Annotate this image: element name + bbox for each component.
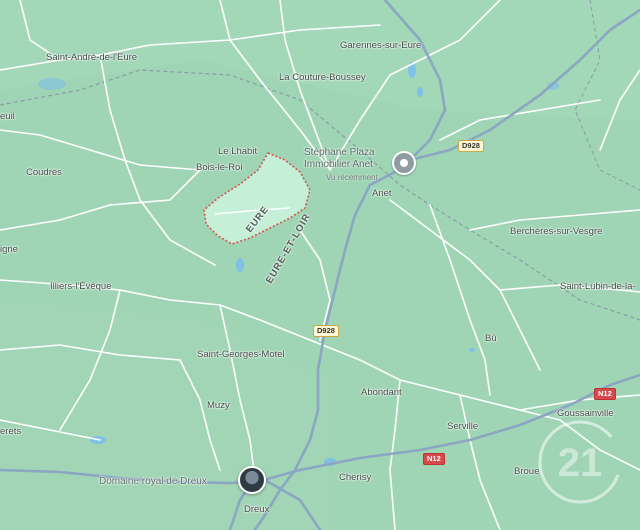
poi-name-line2[interactable]: Immobilier Anet: [304, 159, 373, 171]
road-shield-n12: N12: [594, 388, 616, 400]
place-label-erets[interactable]: erets: [0, 426, 21, 437]
place-label-dreux[interactable]: Dreux: [244, 504, 269, 515]
map-canvas[interactable]: Saint-André-de-l'Eure Garennes-sur-Eure …: [0, 0, 640, 530]
place-label-anet[interactable]: Anet: [372, 188, 392, 199]
place-label-bois-le-roi[interactable]: Bois-le-Roi: [196, 162, 242, 173]
road-shield-n12: N12: [423, 453, 445, 465]
place-label-muzy[interactable]: Muzy: [207, 400, 230, 411]
c21-logo-icon: 21: [538, 420, 622, 504]
place-label-saint-andre[interactable]: Saint-André-de-l'Eure: [46, 52, 137, 63]
place-label-vigne[interactable]: igne: [0, 244, 18, 255]
place-label-euil[interactable]: euil: [0, 111, 15, 122]
poi-name-line1[interactable]: Stéphane Plaza: [304, 147, 375, 159]
place-label-saint-georges[interactable]: Saint-Georges-Motel: [197, 349, 285, 360]
road-shield-d928: D928: [458, 140, 484, 152]
poi-subtitle: Vu récemment: [326, 173, 378, 182]
photo-thumbnail-icon[interactable]: [238, 466, 266, 494]
landmark-label[interactable]: Domaine royal de Dreux: [99, 476, 207, 487]
place-label-cherisy[interactable]: Cherisy: [339, 472, 371, 483]
svg-text:21: 21: [558, 441, 603, 485]
place-label-abondant[interactable]: Abondant: [361, 387, 402, 398]
place-label-garennes[interactable]: Garennes-sur-Eure: [340, 40, 421, 51]
place-label-serville[interactable]: Serville: [447, 421, 478, 432]
place-label-coudres[interactable]: Coudres: [26, 167, 62, 178]
location-pin-icon[interactable]: [392, 151, 416, 175]
place-label-saint-lubin[interactable]: Saint-Lubin-de-la-: [560, 281, 636, 292]
place-label-illiers[interactable]: Illiers-l'Évêque: [50, 281, 111, 292]
place-label-bu[interactable]: Bû: [485, 333, 497, 344]
place-label-lhabit[interactable]: Le Lhabit: [218, 146, 257, 157]
road-shield-d928: D928: [313, 325, 339, 337]
place-label-couture[interactable]: La Couture-Boussey: [279, 72, 366, 83]
place-label-bercheres[interactable]: Berchères-sur-Vesgre: [510, 226, 602, 237]
